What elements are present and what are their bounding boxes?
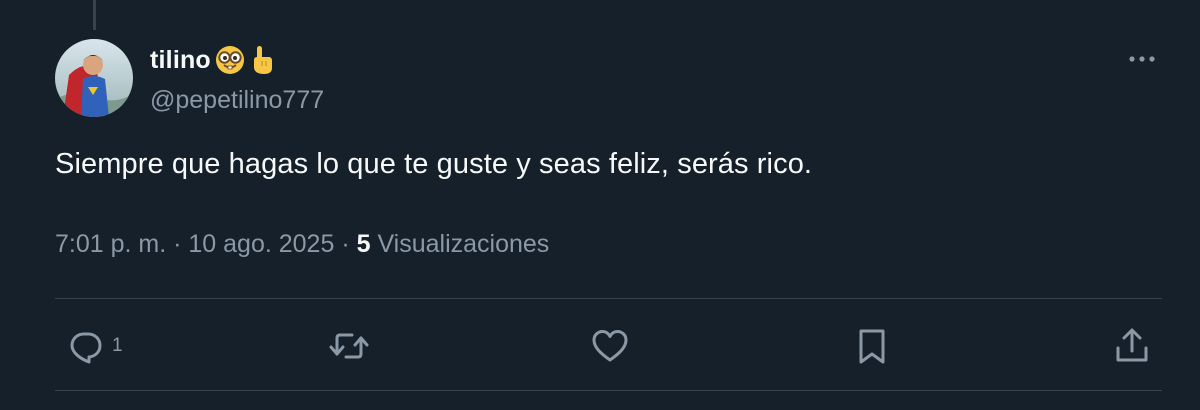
views-count[interactable]: 5 (357, 230, 371, 259)
pointing-up-emoji (249, 44, 275, 76)
tweet-text: Siempre que hagas lo que te guste y seas… (55, 148, 813, 180)
retweet-button[interactable] (328, 326, 370, 366)
author-handle[interactable]: @pepetilino777 (150, 86, 324, 115)
meta-separator: · (334, 230, 357, 258)
reply-icon (70, 332, 102, 364)
reply-count: 1 (112, 335, 123, 356)
like-button[interactable] (590, 326, 630, 366)
nerd-face-emoji (215, 45, 245, 75)
share-button[interactable] (1112, 326, 1152, 366)
bookmark-button[interactable] (852, 326, 892, 366)
more-options-button[interactable] (1124, 44, 1160, 74)
meta-separator: · (166, 230, 189, 258)
thread-connector-line (93, 0, 96, 30)
tweet-metadata: 7:01 p. m. · 10 ago. 2025 · 5 Visualizac… (55, 230, 549, 259)
views-label[interactable]: Visualizaciones (371, 230, 549, 259)
tweet-date[interactable]: 10 ago. 2025 (188, 230, 334, 259)
tweet-time[interactable]: 7:01 p. m. (55, 230, 166, 259)
display-name[interactable]: tilino (150, 46, 211, 75)
heart-icon (592, 330, 628, 362)
divider (55, 298, 1162, 299)
author-name-row[interactable]: tilino (150, 42, 275, 78)
avatar-image (55, 39, 133, 117)
retweet-icon (329, 333, 369, 359)
more-icon (1129, 56, 1155, 62)
divider (55, 390, 1162, 391)
share-icon (1116, 328, 1148, 362)
avatar[interactable] (55, 39, 133, 117)
bookmark-icon (859, 329, 885, 364)
reply-button[interactable]: 1 (66, 326, 123, 366)
